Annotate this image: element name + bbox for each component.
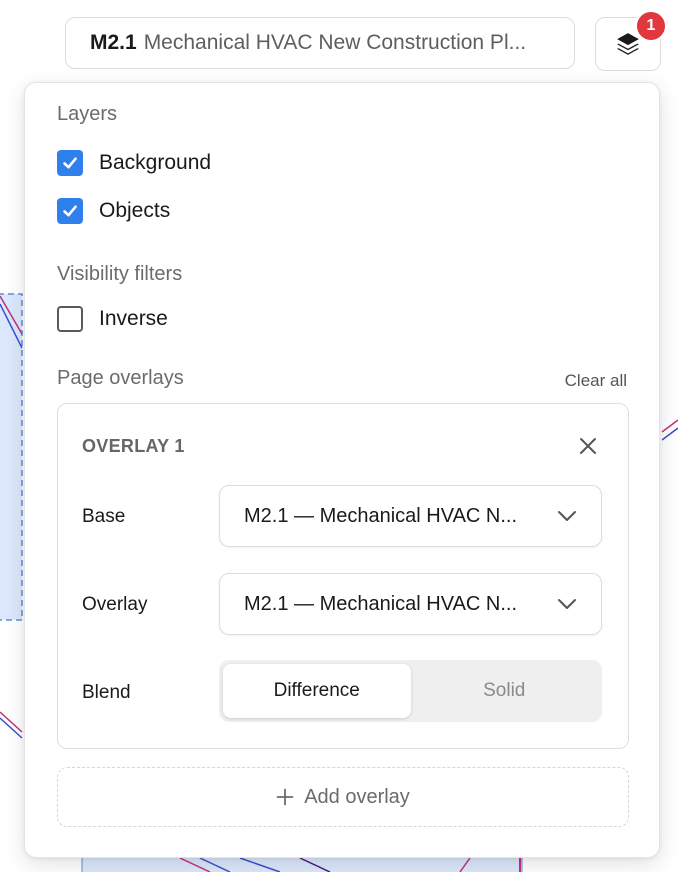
base-label: Base	[82, 506, 126, 527]
blend-option-solid[interactable]: Solid	[411, 664, 599, 718]
base-select-value: M2.1 — Mechanical HVAC N...	[244, 504, 518, 527]
visibility-filters-title: Visibility filters	[57, 263, 183, 285]
notification-badge: 1	[635, 10, 667, 42]
background-label: Background	[99, 151, 212, 174]
overlay-select-value: M2.1 — Mechanical HVAC N...	[244, 592, 518, 615]
clear-all-button[interactable]: Clear all	[565, 371, 627, 391]
add-overlay-label: Add overlay	[304, 785, 410, 808]
checkmark-icon	[63, 157, 77, 169]
layers-section-title: Layers	[57, 103, 118, 125]
objects-label: Objects	[99, 199, 171, 222]
sheet-name: Mechanical HVAC New Construction Pl...	[143, 31, 527, 54]
layers-panel: Layers Background Objects Visibility fil…	[24, 82, 660, 858]
background-checkbox[interactable]	[57, 150, 83, 176]
layer-objects-toggle[interactable]: Objects	[57, 197, 170, 225]
chevron-down-icon	[558, 599, 576, 609]
overlay-card: OVERLAY 1 Base M2.1 — Mechanical HVAC N.…	[57, 403, 629, 749]
chevron-down-icon	[558, 511, 576, 521]
blend-option-difference[interactable]: Difference	[223, 664, 411, 718]
add-overlay-button[interactable]: Add overlay	[57, 767, 629, 827]
base-select[interactable]: M2.1 — Mechanical HVAC N...	[219, 485, 602, 547]
remove-overlay-button[interactable]	[574, 432, 602, 460]
inverse-label: Inverse	[99, 307, 168, 330]
filter-inverse-toggle[interactable]: Inverse	[57, 305, 168, 333]
checkmark-icon	[63, 205, 77, 217]
page-overlays-title: Page overlays	[57, 367, 184, 389]
layer-background-toggle[interactable]: Background	[57, 149, 211, 177]
sheet-code: M2.1	[90, 31, 137, 54]
blend-mode-toggle: Difference Solid	[219, 660, 602, 722]
blend-label: Blend	[82, 682, 131, 703]
objects-checkbox[interactable]	[57, 198, 83, 224]
overlay-select[interactable]: M2.1 — Mechanical HVAC N...	[219, 573, 602, 635]
sheet-selector[interactable]: M2.1 Mechanical HVAC New Construction Pl…	[65, 17, 575, 69]
overlay-label: Overlay	[82, 594, 148, 615]
plus-icon	[276, 788, 294, 806]
overlay-heading: OVERLAY 1	[82, 436, 185, 456]
inverse-checkbox[interactable]	[57, 306, 83, 332]
close-icon	[580, 438, 596, 454]
